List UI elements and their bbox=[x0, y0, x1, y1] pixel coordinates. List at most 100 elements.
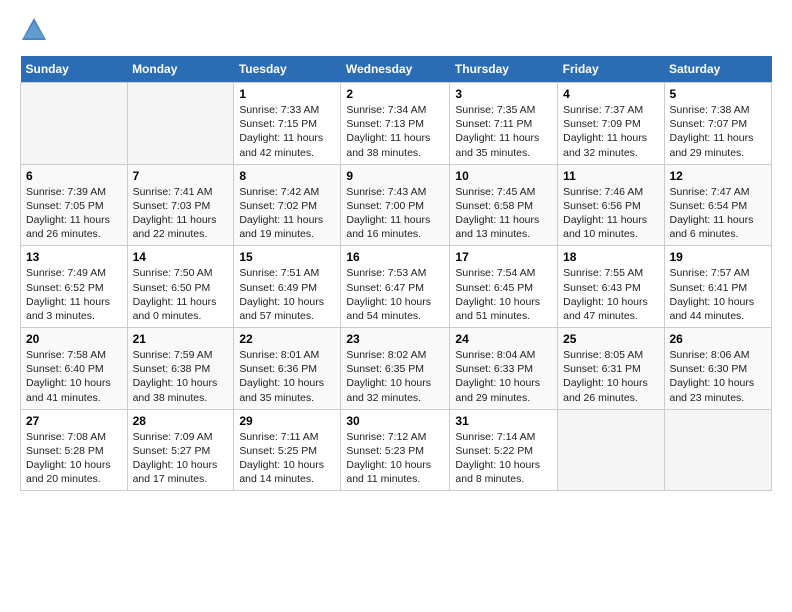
cell-details: Sunrise: 7:54 AMSunset: 6:45 PMDaylight:… bbox=[455, 266, 552, 323]
cell-details: Sunrise: 7:51 AMSunset: 6:49 PMDaylight:… bbox=[239, 266, 335, 323]
cell-4-3: 22Sunrise: 8:01 AMSunset: 6:36 PMDayligh… bbox=[234, 328, 341, 410]
cell-details: Sunrise: 7:46 AMSunset: 6:56 PMDaylight:… bbox=[563, 185, 658, 242]
cell-details: Sunrise: 7:12 AMSunset: 5:23 PMDaylight:… bbox=[346, 430, 444, 487]
cell-3-2: 14 Sunrise: 7:50 AMSunset: 6:50 PMDayligh… bbox=[127, 246, 234, 328]
day-number: 14 bbox=[133, 250, 229, 264]
cell-details: Sunrise: 7:57 AMSunset: 6:41 PMDaylight:… bbox=[670, 266, 767, 323]
cell-details: Sunrise: 7:59 AMSunset: 6:38 PMDaylight:… bbox=[133, 348, 229, 405]
cell-details: Sunrise: 7:37 AMSunset: 7:09 PMDaylight:… bbox=[563, 103, 658, 160]
day-number: 5 bbox=[670, 87, 767, 101]
cell-details: Sunrise: 7:35 AMSunset: 7:11 PMDaylight:… bbox=[455, 103, 552, 160]
day-number: 25 bbox=[563, 332, 658, 346]
cell-4-6: 25 Sunrise: 8:05 AMSunset: 6:31 PMDayligh… bbox=[558, 328, 664, 410]
cell-3-6: 18 Sunrise: 7:55 AMSunset: 6:43 PMDayligh… bbox=[558, 246, 664, 328]
week-row-2: 6 Sunrise: 7:39 AMSunset: 7:05 PMDaylight… bbox=[21, 164, 772, 246]
day-number: 4 bbox=[563, 87, 658, 101]
cell-details: Sunrise: 7:08 AMSunset: 5:28 PMDaylight:… bbox=[26, 430, 122, 487]
day-number: 7 bbox=[133, 169, 229, 183]
cell-details: Sunrise: 7:09 AMSunset: 5:27 PMDaylight:… bbox=[133, 430, 229, 487]
cell-4-5: 24Sunrise: 8:04 AMSunset: 6:33 PMDayligh… bbox=[450, 328, 558, 410]
col-header-monday: Monday bbox=[127, 56, 234, 83]
col-header-thursday: Thursday bbox=[450, 56, 558, 83]
day-number: 22 bbox=[239, 332, 335, 346]
cell-details: Sunrise: 7:58 AMSunset: 6:40 PMDaylight:… bbox=[26, 348, 122, 405]
cell-2-2: 7 Sunrise: 7:41 AMSunset: 7:03 PMDaylight… bbox=[127, 164, 234, 246]
week-row-5: 27 Sunrise: 7:08 AMSunset: 5:28 PMDayligh… bbox=[21, 409, 772, 491]
day-number: 30 bbox=[346, 414, 444, 428]
cell-1-5: 3 Sunrise: 7:35 AMSunset: 7:11 PMDaylight… bbox=[450, 83, 558, 165]
day-number: 2 bbox=[346, 87, 444, 101]
cell-4-1: 20 Sunrise: 7:58 AMSunset: 6:40 PMDayligh… bbox=[21, 328, 128, 410]
day-number: 18 bbox=[563, 250, 658, 264]
cell-2-4: 9 Sunrise: 7:43 AMSunset: 7:00 PMDaylight… bbox=[341, 164, 450, 246]
day-number: 15 bbox=[239, 250, 335, 264]
day-number: 11 bbox=[563, 169, 658, 183]
week-row-4: 20 Sunrise: 7:58 AMSunset: 6:40 PMDayligh… bbox=[21, 328, 772, 410]
cell-4-7: 26Sunrise: 8:06 AMSunset: 6:30 PMDayligh… bbox=[664, 328, 772, 410]
col-header-saturday: Saturday bbox=[664, 56, 772, 83]
week-row-3: 13Sunrise: 7:49 AMSunset: 6:52 PMDayligh… bbox=[21, 246, 772, 328]
day-number: 17 bbox=[455, 250, 552, 264]
day-number: 10 bbox=[455, 169, 552, 183]
col-header-wednesday: Wednesday bbox=[341, 56, 450, 83]
cell-5-2: 28 Sunrise: 7:09 AMSunset: 5:27 PMDayligh… bbox=[127, 409, 234, 491]
day-number: 20 bbox=[26, 332, 122, 346]
cell-1-3: 1 Sunrise: 7:33 AMSunset: 7:15 PMDaylight… bbox=[234, 83, 341, 165]
cell-details: Sunrise: 7:39 AMSunset: 7:05 PMDaylight:… bbox=[26, 185, 122, 242]
cell-5-1: 27 Sunrise: 7:08 AMSunset: 5:28 PMDayligh… bbox=[21, 409, 128, 491]
cell-details: Sunrise: 7:43 AMSunset: 7:00 PMDaylight:… bbox=[346, 185, 444, 242]
cell-1-2 bbox=[127, 83, 234, 165]
day-number: 31 bbox=[455, 414, 552, 428]
day-number: 1 bbox=[239, 87, 335, 101]
cell-details: Sunrise: 7:45 AMSunset: 6:58 PMDaylight:… bbox=[455, 185, 552, 242]
day-number: 8 bbox=[239, 169, 335, 183]
week-row-1: 1 Sunrise: 7:33 AMSunset: 7:15 PMDaylight… bbox=[21, 83, 772, 165]
day-number: 23 bbox=[346, 332, 444, 346]
cell-details: Sunrise: 7:42 AMSunset: 7:02 PMDaylight:… bbox=[239, 185, 335, 242]
day-number: 28 bbox=[133, 414, 229, 428]
cell-details: Sunrise: 7:41 AMSunset: 7:03 PMDaylight:… bbox=[133, 185, 229, 242]
cell-3-1: 13Sunrise: 7:49 AMSunset: 6:52 PMDayligh… bbox=[21, 246, 128, 328]
cell-details: Sunrise: 7:34 AMSunset: 7:13 PMDaylight:… bbox=[346, 103, 444, 160]
day-number: 12 bbox=[670, 169, 767, 183]
day-number: 9 bbox=[346, 169, 444, 183]
header-row: SundayMondayTuesdayWednesdayThursdayFrid… bbox=[21, 56, 772, 83]
logo bbox=[20, 16, 52, 44]
cell-1-6: 4 Sunrise: 7:37 AMSunset: 7:09 PMDaylight… bbox=[558, 83, 664, 165]
day-number: 21 bbox=[133, 332, 229, 346]
cell-4-4: 23 Sunrise: 8:02 AMSunset: 6:35 PMDayligh… bbox=[341, 328, 450, 410]
cell-details: Sunrise: 7:38 AMSunset: 7:07 PMDaylight:… bbox=[670, 103, 767, 160]
cell-details: Sunrise: 8:02 AMSunset: 6:35 PMDaylight:… bbox=[346, 348, 444, 405]
cell-1-7: 5 Sunrise: 7:38 AMSunset: 7:07 PMDaylight… bbox=[664, 83, 772, 165]
cell-4-2: 21 Sunrise: 7:59 AMSunset: 6:38 PMDayligh… bbox=[127, 328, 234, 410]
cell-1-1 bbox=[21, 83, 128, 165]
cell-2-5: 10 Sunrise: 7:45 AMSunset: 6:58 PMDayligh… bbox=[450, 164, 558, 246]
day-number: 3 bbox=[455, 87, 552, 101]
day-number: 29 bbox=[239, 414, 335, 428]
cell-3-5: 17 Sunrise: 7:54 AMSunset: 6:45 PMDayligh… bbox=[450, 246, 558, 328]
calendar-table: SundayMondayTuesdayWednesdayThursdayFrid… bbox=[20, 56, 772, 491]
day-number: 27 bbox=[26, 414, 122, 428]
cell-details: Sunrise: 7:47 AMSunset: 6:54 PMDaylight:… bbox=[670, 185, 767, 242]
cell-2-7: 12 Sunrise: 7:47 AMSunset: 6:54 PMDayligh… bbox=[664, 164, 772, 246]
cell-details: Sunrise: 7:55 AMSunset: 6:43 PMDaylight:… bbox=[563, 266, 658, 323]
cell-details: Sunrise: 8:05 AMSunset: 6:31 PMDaylight:… bbox=[563, 348, 658, 405]
header bbox=[20, 16, 772, 44]
cell-5-3: 29Sunrise: 7:11 AMSunset: 5:25 PMDayligh… bbox=[234, 409, 341, 491]
page: SundayMondayTuesdayWednesdayThursdayFrid… bbox=[0, 0, 792, 507]
cell-details: Sunrise: 7:33 AMSunset: 7:15 PMDaylight:… bbox=[239, 103, 335, 160]
cell-3-4: 16Sunrise: 7:53 AMSunset: 6:47 PMDayligh… bbox=[341, 246, 450, 328]
cell-5-5: 31 Sunrise: 7:14 AMSunset: 5:22 PMDayligh… bbox=[450, 409, 558, 491]
day-number: 13 bbox=[26, 250, 122, 264]
cell-details: Sunrise: 7:14 AMSunset: 5:22 PMDaylight:… bbox=[455, 430, 552, 487]
cell-5-7 bbox=[664, 409, 772, 491]
day-number: 26 bbox=[670, 332, 767, 346]
cell-details: Sunrise: 7:50 AMSunset: 6:50 PMDaylight:… bbox=[133, 266, 229, 323]
day-number: 19 bbox=[670, 250, 767, 264]
day-number: 6 bbox=[26, 169, 122, 183]
cell-2-1: 6 Sunrise: 7:39 AMSunset: 7:05 PMDaylight… bbox=[21, 164, 128, 246]
cell-2-6: 11 Sunrise: 7:46 AMSunset: 6:56 PMDayligh… bbox=[558, 164, 664, 246]
col-header-tuesday: Tuesday bbox=[234, 56, 341, 83]
col-header-friday: Friday bbox=[558, 56, 664, 83]
day-number: 24 bbox=[455, 332, 552, 346]
